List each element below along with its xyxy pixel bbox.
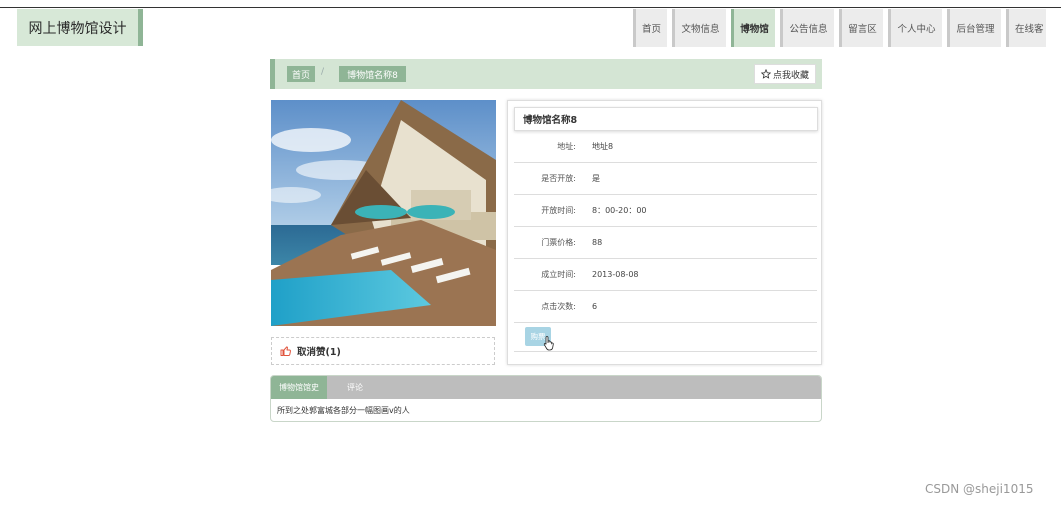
breadcrumb-home[interactable]: 首页 — [287, 66, 315, 82]
nav-item-online-service[interactable]: 在线客 — [1006, 9, 1046, 47]
tabs-bar: 博物馆馆史 评论 — [271, 376, 821, 399]
museum-info-card: 博物馆名称8 地址: 地址8 是否开放: 是 开放时间: 8：00-20：00 … — [507, 100, 822, 365]
nav-item-home[interactable]: 首页 — [633, 9, 667, 47]
info-row-click-count: 点击次数: 6 — [514, 291, 817, 323]
museum-photo — [271, 100, 496, 326]
info-row-open: 是否开放: 是 — [514, 163, 817, 195]
main-nav: 首页 文物信息 博物馆 公告信息 留言区 个人中心 后台管理 在线客 — [633, 9, 1046, 47]
tab-museum-history[interactable]: 博物馆馆史 — [271, 376, 327, 399]
nav-item-notices[interactable]: 公告信息 — [780, 9, 834, 47]
breadcrumb-separator: / — [321, 67, 325, 77]
museum-name: 博物馆名称8 — [514, 107, 818, 131]
info-row-address: 地址: 地址8 — [514, 131, 817, 163]
tab-comments[interactable]: 评论 — [331, 376, 379, 399]
favorite-button[interactable]: 点我收藏 — [754, 64, 816, 84]
tab-content-text: 所到之处郭富城各部分一幅图画v的人 — [277, 406, 410, 415]
info-row-hours: 开放时间: 8：00-20：00 — [514, 195, 817, 227]
nav-item-museum[interactable]: 博物馆 — [731, 9, 775, 47]
hand-cursor-icon — [543, 336, 554, 351]
site-title: 网上博物馆设计 — [28, 20, 127, 37]
like-label: 取消赞(1) — [297, 347, 341, 358]
star-outline-icon — [760, 69, 771, 79]
nav-item-messages[interactable]: 留言区 — [839, 9, 883, 47]
nav-item-admin[interactable]: 后台管理 — [947, 9, 1001, 47]
thumbs-up-icon — [280, 346, 291, 356]
favorite-label: 点我收藏 — [772, 70, 809, 81]
watermark: CSDN @sheji1015 — [925, 482, 1034, 496]
top-border-line — [0, 7, 1061, 8]
info-row-ticket-price: 门票价格: 88 — [514, 227, 817, 259]
info-row-founded: 成立时间: 2013-08-08 — [514, 259, 817, 291]
nav-item-profile[interactable]: 个人中心 — [888, 9, 942, 47]
nav-item-artifacts[interactable]: 文物信息 — [672, 9, 726, 47]
breadcrumb-current: 博物馆名称8 — [339, 66, 406, 82]
buy-row: 购票 — [514, 322, 817, 352]
site-logo[interactable]: 网上博物馆设计 — [17, 9, 143, 46]
breadcrumb: 首页 / 博物馆名称8 点我收藏 — [270, 59, 822, 89]
like-toggle[interactable]: 取消赞(1) — [271, 337, 495, 365]
detail-tabs: 博物馆馆史 评论 所到之处郭富城各部分一幅图画v的人 — [270, 375, 822, 422]
